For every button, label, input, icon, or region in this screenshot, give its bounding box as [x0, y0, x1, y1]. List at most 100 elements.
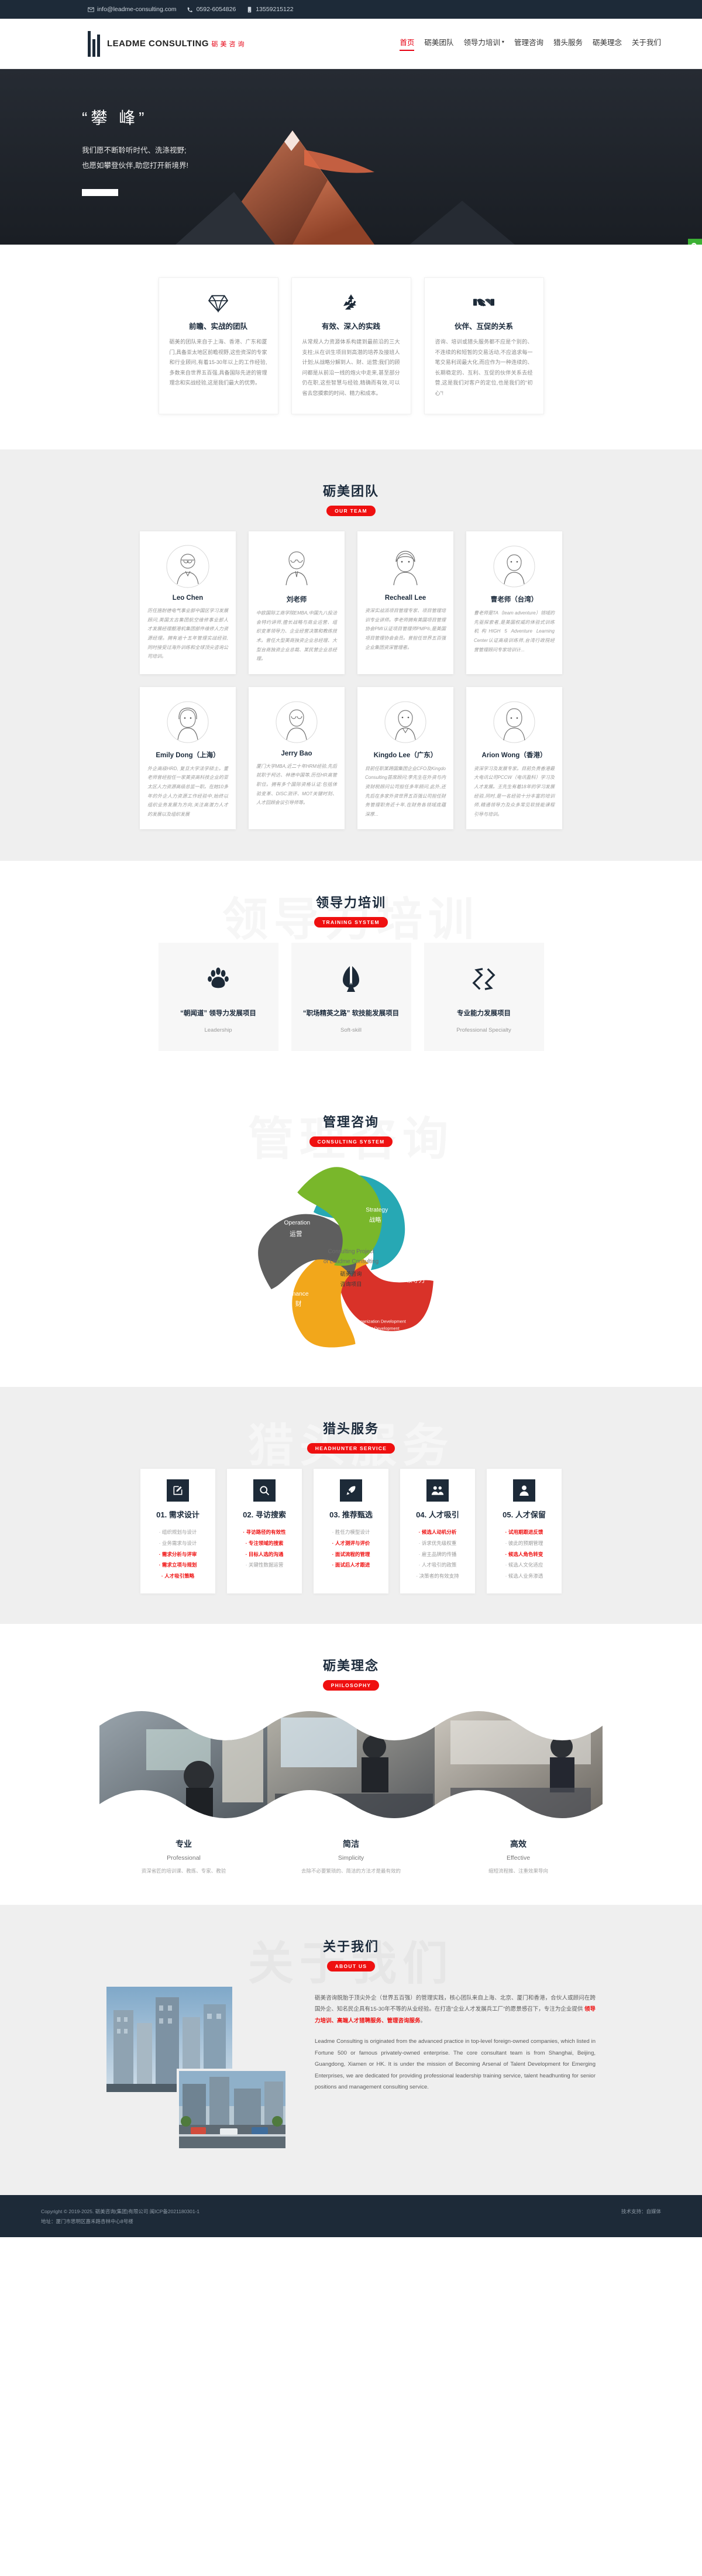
member-bio: 曹老师是TA（team adventure）领域的先驱探索者,是美国权威的体验式…	[474, 610, 555, 652]
feature-card[interactable]: 伙伴、互促的关系 咨询、培训或猎头服务都不应是个别的、不连续的和短暂的交易活动,…	[424, 277, 544, 415]
team-heading: 砺美团队 OUR TEAM	[0, 449, 702, 531]
logo-mark-icon	[88, 30, 100, 57]
headhunter-step-list: 寻访路径的有效性 专注领域的搜索 目标人选的沟通 关键性数据运营	[234, 1527, 295, 1571]
topbar-phone[interactable]: 0592-6054826	[187, 6, 236, 13]
training-card[interactable]: 专业能力发展项目 Professional Specialty	[424, 943, 544, 1052]
about-photos	[106, 1986, 300, 2162]
topbar-mobile-text: 13559215122	[256, 6, 294, 13]
feature-card[interactable]: 前瞻、实战的团队 砺美的团队来自于上海、香港、广东和厦门,具备亚太地区前瞻视野,…	[158, 277, 278, 415]
section-badge: TRAINING SYSTEM	[314, 917, 388, 928]
petal-label-od-en2: & Talent Development	[358, 1326, 400, 1331]
team-card[interactable]: Jerry Bao 厦门大学MBA,近二十年HRM经验,先后就职于柯达、林德中国…	[249, 686, 345, 830]
team-card[interactable]: Arion Wong（香港） 资深学习及发展专家。目前负责香港最大电讯公司PCC…	[466, 686, 562, 830]
topbar-email[interactable]: info@leadme-consulting.com	[88, 6, 177, 13]
avatar	[492, 699, 536, 744]
petal-label-od-cn: 组织与人才	[363, 1334, 394, 1341]
topbar-mobile[interactable]: 13559215122	[246, 6, 294, 13]
feature-text: 砺美的团队来自于上海、香港、广东和厦门,具备亚太地区前瞻视野,这些资深的专家和行…	[169, 339, 267, 386]
team-card[interactable]: Leo Chen 历任施耐德电气事业部中国区学习发展顾问,英国太古集团航空维修事…	[140, 531, 236, 674]
hero-title: “攀 峰”	[82, 109, 148, 127]
center-en1: Consulting Project	[328, 1249, 374, 1255]
nav-item-philosophy[interactable]: 砺美理念	[593, 36, 622, 51]
feature-title: 伙伴、互促的关系	[454, 322, 513, 331]
user-icon	[513, 1479, 535, 1502]
list-item: 人才测评与评价	[321, 1538, 381, 1549]
team-card[interactable]: 刘老师 中欧国际工商学院EMBA,中国九八投洽会特约讲师,擅长战略与商业运营、组…	[249, 531, 345, 674]
about-cn-before: 砺美咨询脱胎于顶尖外企（世界五百强）的管理实践，核心团队来自上海、北京、厦门和香…	[315, 1994, 596, 2013]
philosophy-value-desc: 去除不必要繁琐的、简洁的方法才是最有效的	[301, 1867, 401, 1874]
headhunter-step-card[interactable]: 01. 需求设计 组织规划与设计 业务需求与设计 需求分析与评审 需求立项与规划…	[140, 1469, 215, 1593]
list-item: 决策者的有效支持	[407, 1571, 468, 1582]
avatar	[383, 544, 428, 589]
petal-label-leadership-en: Leadership	[401, 1266, 429, 1273]
feature-card[interactable]: 有效、深入的实践 从常规人力资源体系构建到最前沿的三大支柱;从在训生项目到高潜的…	[291, 277, 411, 415]
list-item: 胜任力模型设计	[321, 1527, 381, 1538]
section-title: 关于我们	[322, 1939, 379, 1954]
philosophy-value: 高效 Effective 缩短流程推、注重效果导向	[435, 1838, 602, 1874]
training-card[interactable]: “朝闻道” 领导力发展项目 Leadership	[158, 943, 278, 1052]
nav-item-consulting[interactable]: 管理咨询	[514, 36, 543, 51]
team-card[interactable]: 曹老师（台湾） 曹老师是TA（team adventure）领域的先驱探索者,是…	[466, 531, 562, 674]
training-card[interactable]: “职场精英之路” 软技能发展项目 Soft-skill	[291, 943, 411, 1052]
nav-item-about[interactable]: 关于我们	[632, 36, 661, 51]
team-card[interactable]: Recheall Lee 资深实战派项目管理专家、项目管理培训专业讲师。李老师拥…	[357, 531, 453, 674]
training-heading: 领导力培训 TRAINING SYSTEM	[0, 861, 702, 943]
chevron-down-icon: ▾	[501, 39, 504, 44]
philosophy-value-en: Simplicity	[338, 1854, 364, 1861]
section-title: 猎头服务	[322, 1421, 379, 1437]
training-name: “朝闻道” 领导力发展项目	[180, 1010, 256, 1018]
headhunter-step-list: 胜任力模型设计 人才测评与评价 面试流程的管理 面试后人才跟进	[321, 1527, 381, 1571]
recycle-icon	[302, 291, 400, 314]
site-footer: Copyright © 2019-2025. 砺美咨询(集团)有限公司 闽ICP…	[0, 2194, 702, 2237]
hero-cta-button[interactable]	[82, 188, 118, 196]
wechat-icon[interactable]	[688, 239, 702, 245]
philosophy-heading: 砺美理念 PHILOSOPHY	[0, 1624, 702, 1706]
member-name: Jerry Bao	[281, 750, 312, 757]
list-item: 业务需求与设计	[147, 1538, 208, 1549]
avatar	[383, 699, 428, 744]
philosophy-values: 专业 Professional 资深省匠的培训课、教练、专家、教验 简洁 Sim…	[0, 1838, 702, 1874]
list-item: 寻访路径的有效性	[234, 1527, 295, 1538]
headhunter-step-card[interactable]: 03. 推荐甄选 胜任力模型设计 人才测评与评价 面试流程的管理 面试后人才跟进	[314, 1469, 388, 1593]
list-item: 关键性数据运营	[234, 1560, 295, 1571]
section-badge: ABOUT US	[326, 1960, 376, 1972]
consulting-pinwheel: Strategy 战略 Leadership 领导力 Organization …	[0, 1162, 702, 1355]
side-float-panel	[688, 239, 702, 245]
list-item: 彼此的预期管理	[494, 1538, 555, 1549]
headhunter-section: 猎头服务 猎头服务 HEADHUNTER SERVICE 01. 需求设计 组织…	[0, 1387, 702, 1624]
list-item: 专注领域的搜索	[234, 1538, 295, 1549]
hero-subtitle: 我们愿不断聆听时代、洗涤视野; 也愿如攀登伙伴,助您打开新境界!	[82, 143, 188, 174]
member-bio: 中欧国际工商学院EMBA,中国九八投洽会特约讲师,擅长战略与商业运营、组织变革领…	[256, 610, 337, 662]
logo[interactable]: LEADME CONSULTING 砺美咨询	[41, 30, 247, 57]
headhunter-step-card[interactable]: 04. 人才吸引 候选人动机分析 诉求优先级权重 雇主品牌的传播 人才吸引的政策…	[400, 1469, 475, 1593]
section-title: 砺美团队	[322, 484, 379, 499]
philosophy-photo-strip	[99, 1706, 603, 1823]
headhunter-step-title: 03. 推荐甄选	[329, 1510, 373, 1520]
nav-item-headhunter[interactable]: 猎头服务	[553, 36, 583, 51]
leaf-person-icon	[301, 963, 402, 995]
headhunter-step-card[interactable]: 02. 寻访搜索 寻访路径的有效性 专注领域的搜索 目标人选的沟通 关键性数据运…	[227, 1469, 302, 1593]
section-badge: OUR TEAM	[326, 506, 376, 517]
avatar	[492, 544, 536, 589]
footer-support: 技术支持：自媒体	[621, 2208, 661, 2214]
nav-item-team[interactable]: 砺美团队	[424, 36, 453, 51]
list-item: 雇主品牌的传播	[407, 1549, 468, 1560]
petal-label-od-en1: Organization Development	[356, 1319, 406, 1324]
member-bio: 目前任职某跨国集团企业CFO及Kingdo Consulting首席顾问;李先生…	[365, 765, 446, 817]
pinwheel-diagram: Strategy 战略 Leadership 领导力 Organization …	[258, 1167, 433, 1348]
petal-label-strategy-en: Strategy	[366, 1207, 388, 1214]
avatar	[274, 544, 319, 589]
handshake-icon	[435, 291, 533, 314]
nav-item-home[interactable]: 首页	[400, 36, 415, 51]
member-bio: 资深学习及发展专家。目前负责香港最大电讯公司PCCW（电讯盈科）学习及人才发展。…	[474, 765, 555, 817]
philosophy-value-desc: 缩短流程推、注重效果导向	[488, 1867, 548, 1874]
headhunter-step-list: 组织规划与设计 业务需求与设计 需求分析与评审 需求立项与规划 人才吸引策略	[147, 1527, 208, 1581]
headhunter-step-card[interactable]: 05. 人才保留 试用期跟进反馈 彼此的预期管理 候选人角色转变 候选人文化适应…	[487, 1469, 562, 1593]
rocket-icon	[340, 1479, 362, 1502]
nav-item-training[interactable]: 领导力培训 ▾	[463, 36, 504, 51]
petal-label-finance-en: Finance	[287, 1291, 309, 1297]
list-item: 候选人文化适应	[494, 1560, 555, 1571]
team-card[interactable]: Kingdo Lee（广东） 目前任职某跨国集团企业CFO及Kingdo Con…	[357, 686, 453, 830]
team-card[interactable]: Emily Dong（上海） 外企高级HRD, 复旦大学法学硕士。董老师曾经担任…	[140, 686, 236, 830]
list-item: 组织规划与设计	[147, 1527, 208, 1538]
